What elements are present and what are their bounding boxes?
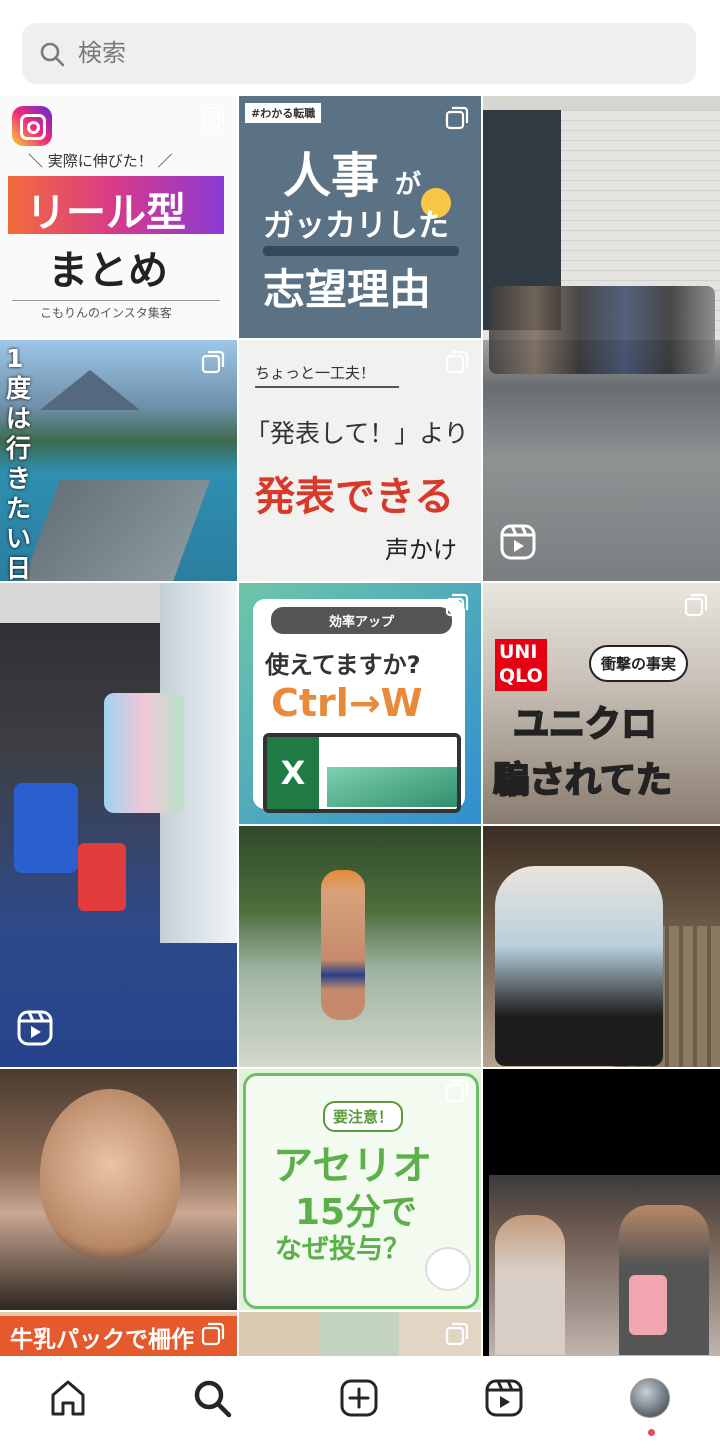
uniqlo-logo: UNI QLO [495, 639, 547, 691]
nav-create[interactable] [337, 1376, 381, 1420]
carousel-icon [201, 350, 225, 374]
search-icon [194, 1380, 232, 1418]
person-shirt [104, 693, 184, 813]
tile-title: Ctrl→W [271, 681, 423, 725]
post-tile-food-collage[interactable] [239, 1312, 481, 1356]
tile-vertical-text: 1度は行きたい日本の絶景7選 [6, 344, 32, 581]
carousel-icon [201, 106, 225, 130]
carousel-icon [445, 106, 469, 130]
tile-subtitle: まとめ [48, 248, 168, 294]
jacket-photo [495, 866, 663, 1066]
bottom-nav [0, 1356, 720, 1450]
post-tile-uniqlo[interactable]: UNI QLO 衝撃の事実 ユニクロ 騙されてた [483, 583, 720, 824]
home-icon [51, 1380, 85, 1416]
nav-reels[interactable] [482, 1376, 526, 1420]
post-tile-acelio[interactable]: 要注意！ アセリオ 15分で なぜ投与？ [239, 1069, 481, 1310]
reels-icon [485, 1379, 523, 1417]
tile-title: 牛乳パックで柵作 [10, 1327, 194, 1353]
highway-road [19, 480, 211, 581]
nav-home[interactable] [46, 1376, 90, 1420]
caption-underline [255, 386, 399, 388]
tile-footer: こもりんのインスタ集客 [40, 306, 172, 320]
post-tile-portrait[interactable] [0, 1069, 237, 1310]
tile-caption: ＼ 実際に伸びた！ ／ [28, 152, 173, 170]
person-left [495, 1215, 565, 1355]
nav-search[interactable] [190, 1376, 234, 1420]
excel-icon: X [263, 733, 461, 813]
duck-mascot-icon [425, 1247, 471, 1291]
speech-bubble: 衝撃の事実 [589, 645, 689, 682]
tile-title: 発表できる [255, 474, 455, 520]
post-tile-fashion[interactable] [483, 826, 720, 1067]
carousel-icon [445, 593, 469, 617]
title-underline [263, 246, 459, 256]
tile-title: 使えてますか? [265, 651, 421, 679]
carousel-icon [684, 593, 708, 617]
notification-dot [648, 1429, 655, 1436]
carousel-icon [445, 350, 469, 374]
post-tile-ctrl-w[interactable]: 効率アップ 使えてますか? Ctrl→W X [239, 583, 481, 824]
post-tile-reel-summary[interactable]: ＼ 実際に伸びた！ ／ リール型 まとめ こもりんのインスタ集客 [0, 96, 237, 338]
search-input[interactable]: 検索 [78, 37, 126, 69]
post-tile-street-dance[interactable] [483, 96, 720, 581]
tile-title: なぜ投与？ [275, 1234, 410, 1265]
post-tile-milk-carton[interactable]: 牛乳パックで柵作 [0, 1312, 237, 1356]
post-tile-japan-scenery[interactable]: 1度は行きたい日本の絶景7選 [0, 340, 237, 581]
brand-text: QLO [499, 665, 543, 687]
suitcase [78, 843, 126, 911]
tile-title: 騙されてた [492, 759, 673, 802]
carousel-icon [445, 1322, 469, 1346]
tile-title: 志望理由 [263, 265, 432, 314]
post-tile-video-men[interactable] [483, 1069, 720, 1356]
person-photo [321, 870, 365, 1020]
post-tile-waterfall[interactable] [239, 826, 481, 1067]
carousel-icon [445, 1079, 469, 1103]
profile-avatar [630, 1378, 670, 1418]
tile-title: ユニクロ [512, 703, 658, 746]
post-tile-airport-family[interactable] [0, 583, 237, 1067]
tile-title: 「発表して！」より [245, 419, 469, 448]
tile-title: リール型 [26, 190, 186, 236]
tile-caption: 声かけ [385, 536, 457, 564]
dancers-group [489, 286, 715, 374]
tile-tag: 効率アップ [271, 607, 453, 634]
nav-profile[interactable] [628, 1376, 672, 1420]
tile-tag: #わかる転職 [245, 103, 322, 123]
post-tile-presentation-tip[interactable]: ちょっと一工夫！ 「発表して！」より 発表できる 声かけ [239, 340, 481, 581]
child-shirt [14, 783, 78, 873]
divider [12, 300, 220, 301]
mountain-fuji [40, 370, 140, 410]
explore-grid: ＼ 実際に伸びた！ ／ リール型 まとめ こもりんのインスタ集客 #わかる転職 … [0, 96, 720, 1356]
bottle [629, 1275, 667, 1335]
tile-tag: 要注意！ [323, 1101, 404, 1132]
tile-caption: ちょっと一工夫！ [255, 364, 376, 382]
tile-title-particle: が [395, 170, 422, 200]
video-frame [489, 1175, 720, 1356]
brand-text: UNI [499, 641, 538, 663]
search-icon [40, 42, 65, 67]
face-photo [40, 1089, 180, 1259]
reels-icon [17, 1010, 53, 1046]
instagram-logo-icon [12, 106, 52, 146]
tile-title: ガッカリした [263, 208, 449, 244]
plus-square-icon [340, 1379, 378, 1417]
post-tile-hr-reasons[interactable]: #わかる転職 人事 が ガッカリした 志望理由 [239, 96, 481, 338]
search-bar[interactable]: 検索 [22, 23, 696, 84]
carousel-icon [201, 1322, 225, 1346]
reels-icon [500, 524, 536, 560]
tile-title: 人事 [283, 148, 380, 204]
